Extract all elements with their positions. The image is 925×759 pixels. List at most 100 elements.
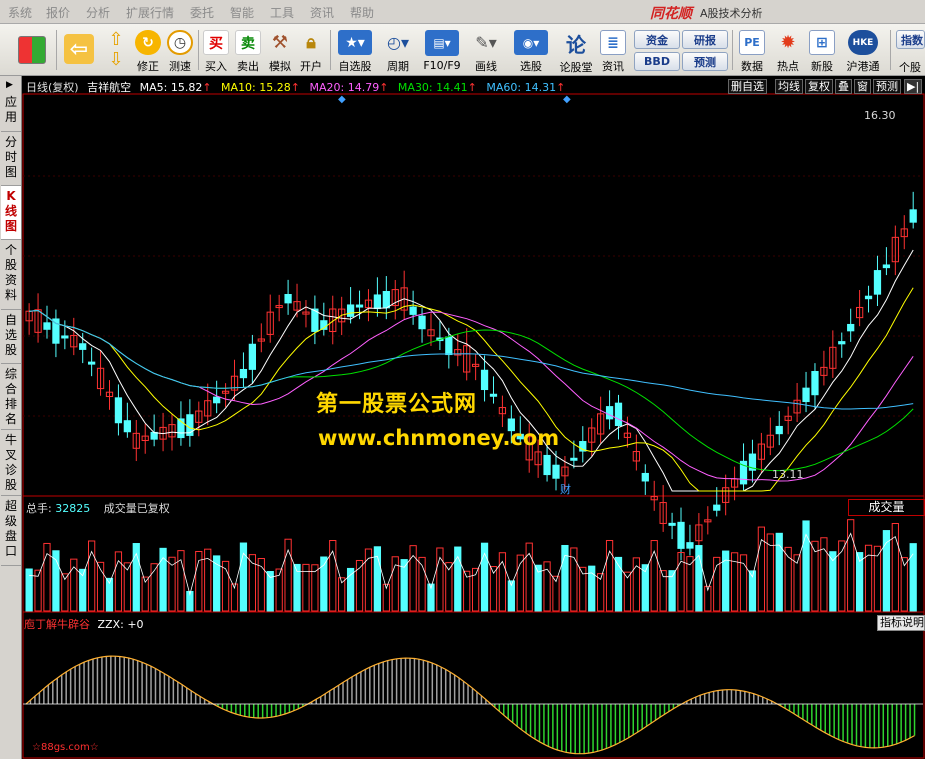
finance-marker[interactable]: 财 [560,481,571,497]
menu-smart[interactable]: 智能 [230,4,254,21]
candle-body [713,504,721,511]
buy-button[interactable]: 买 买入 [202,26,230,74]
brand-logo: 同花顺 [650,6,692,22]
select-stock-button[interactable]: ◉▾ 选股 [510,26,552,74]
fund-button[interactable]: 资金 [634,30,680,49]
f10-label: F10/F9 [423,59,461,72]
period-text: 日线(复权) [26,81,79,94]
forum-button[interactable]: 论 论股堂 [556,26,596,75]
event-marker-icon[interactable]: ◆ [338,94,346,105]
candle-body [61,335,69,339]
index-button[interactable]: 指数 [896,30,925,49]
volume-title-box[interactable]: 成交量 [848,499,925,516]
candle-body [114,397,123,424]
watchlist-button[interactable]: ★▾ 自选股 [334,26,376,74]
layout-button[interactable] [14,26,50,74]
remove-watchlist-button[interactable]: 删自选 [728,79,767,94]
tab-diagnosis[interactable]: 牛叉诊股 [1,430,21,496]
event-marker-icon[interactable]: ◆ [563,94,571,105]
candle-body [239,368,248,379]
ma60-indicator: MA60: 14.31↑ [486,81,566,94]
ma-line [29,249,914,492]
candle-body [802,387,810,403]
new-stock-button[interactable]: ⊞ 新股 [806,26,838,74]
candle-body [552,464,560,479]
candle-body [43,322,51,330]
star-icon: ★▾ [338,30,372,55]
candle-body [873,270,882,295]
indicator-help-button[interactable]: 指标说明 [877,615,925,631]
candle-body [445,336,453,356]
open-account-label: 开户 [300,60,322,73]
draw-line-button[interactable]: ✎▾ 画线 [466,26,506,74]
indicator-name[interactable]: 庖丁解牛辟谷 [24,618,90,631]
news-button[interactable]: ≣ 资讯 [598,26,628,74]
tab-apps[interactable]: 应用 [1,92,21,132]
menu-help[interactable]: 帮助 [350,4,374,21]
hot-label: 热点 [777,60,799,73]
watermark-url: www.chnmoney.com [318,426,560,450]
hk-connect-button[interactable]: HKE 沪港通 [840,26,886,74]
ma30-indicator: MA30: 14.41↑ [397,81,477,94]
candle-body [543,454,551,476]
candle-body [213,396,221,404]
volume-note: 成交量已复权 [103,502,170,515]
candle-body [864,295,873,300]
candle-body [150,431,158,440]
forum-icon: 论 [566,32,586,57]
menu-analysis[interactable]: 分析 [86,4,110,21]
end-button[interactable]: ▶| [904,79,923,94]
back-arrow-icon: ⇦ [64,34,94,64]
watermark-title: 第一股票公式网 [316,392,478,417]
menu-system[interactable]: 系统 [8,4,32,21]
ma-button[interactable]: 均线 [775,79,803,94]
stock-label[interactable]: 个股 [899,59,921,75]
speed-test-button[interactable]: ◷ 测速 [165,26,195,74]
forecast-button[interactable]: 预测 [682,52,728,71]
candle-body [570,457,578,461]
news-icon: ≣ [600,30,626,55]
open-account-button[interactable]: 🔒︎ 开户 [297,26,325,74]
menu-tools[interactable]: 工具 [270,4,294,21]
left-tab-bar: ▶ 应用 分时图 K线图 个股资料 自选股 综合排名 牛叉诊股 超级盘口 [0,76,22,759]
candle-body [88,361,96,365]
tab-kline[interactable]: K线图 [1,186,21,240]
tab-intraday[interactable]: 分时图 [1,132,21,186]
sell-icon: 卖 [235,30,261,55]
collapse-icon[interactable]: ▶ [6,80,13,90]
menu-news[interactable]: 资讯 [310,4,334,21]
menu-order[interactable]: 委托 [190,4,214,21]
candle-body [79,343,87,350]
forum-label: 论股堂 [559,61,593,74]
hot-button[interactable]: ✹ 热点 [772,26,804,74]
tab-watchlist[interactable]: 自选股 [1,310,21,364]
lock-icon: 🔒︎ [306,32,316,53]
back-button[interactable]: ⇦ [62,26,96,74]
tab-ranking[interactable]: 综合排名 [1,364,21,430]
forecast-toggle-button[interactable]: 预测 [873,79,901,94]
candle-body [605,406,614,420]
simulate-button[interactable]: ⚒ 模拟 [266,26,294,74]
bbd-button[interactable]: BBD [634,52,680,71]
tab-stock-profile[interactable]: 个股资料 [1,240,21,310]
volume-header: 总手: 32825 成交量已复权 [26,500,170,516]
ma10-indicator: MA10: 15.28↑ [221,81,300,94]
fix-button[interactable]: ↻ 修正 [133,26,163,74]
tab-super-panel[interactable]: 超级盘口 [1,496,21,566]
window-button[interactable]: 窗 [854,79,871,94]
overlay-button[interactable]: 叠 [835,79,852,94]
page-updown-button[interactable]: ⇧ ⇩ [103,26,129,74]
menu-extended-market[interactable]: 扩展行情 [126,4,174,21]
period-button[interactable]: ◴▾ 周期 [378,26,418,74]
toolbar: ⇦ ⇧ ⇩ ↻ 修正 ◷ 测速 买 买入 卖 卖出 ⚒ 模拟 🔒︎ 开户 ★▾ 自… [0,24,925,76]
sell-button[interactable]: 卖 卖出 [234,26,262,74]
hot-icon: ✹ [780,32,796,53]
f10-button[interactable]: ▤▾ F10/F9 [420,26,464,74]
research-button[interactable]: 研报 [682,30,728,49]
data-button[interactable]: PE 数据 [736,26,768,74]
candle-body [52,318,60,344]
low-price-label: 13.11 [772,468,804,481]
menu-quote[interactable]: 报价 [46,4,70,21]
menu-bar: 系统 报价 分析 扩展行情 委托 智能 工具 资讯 帮助 同花顺 A股技术分析 [0,0,925,24]
adjust-button[interactable]: 复权 [805,79,833,94]
